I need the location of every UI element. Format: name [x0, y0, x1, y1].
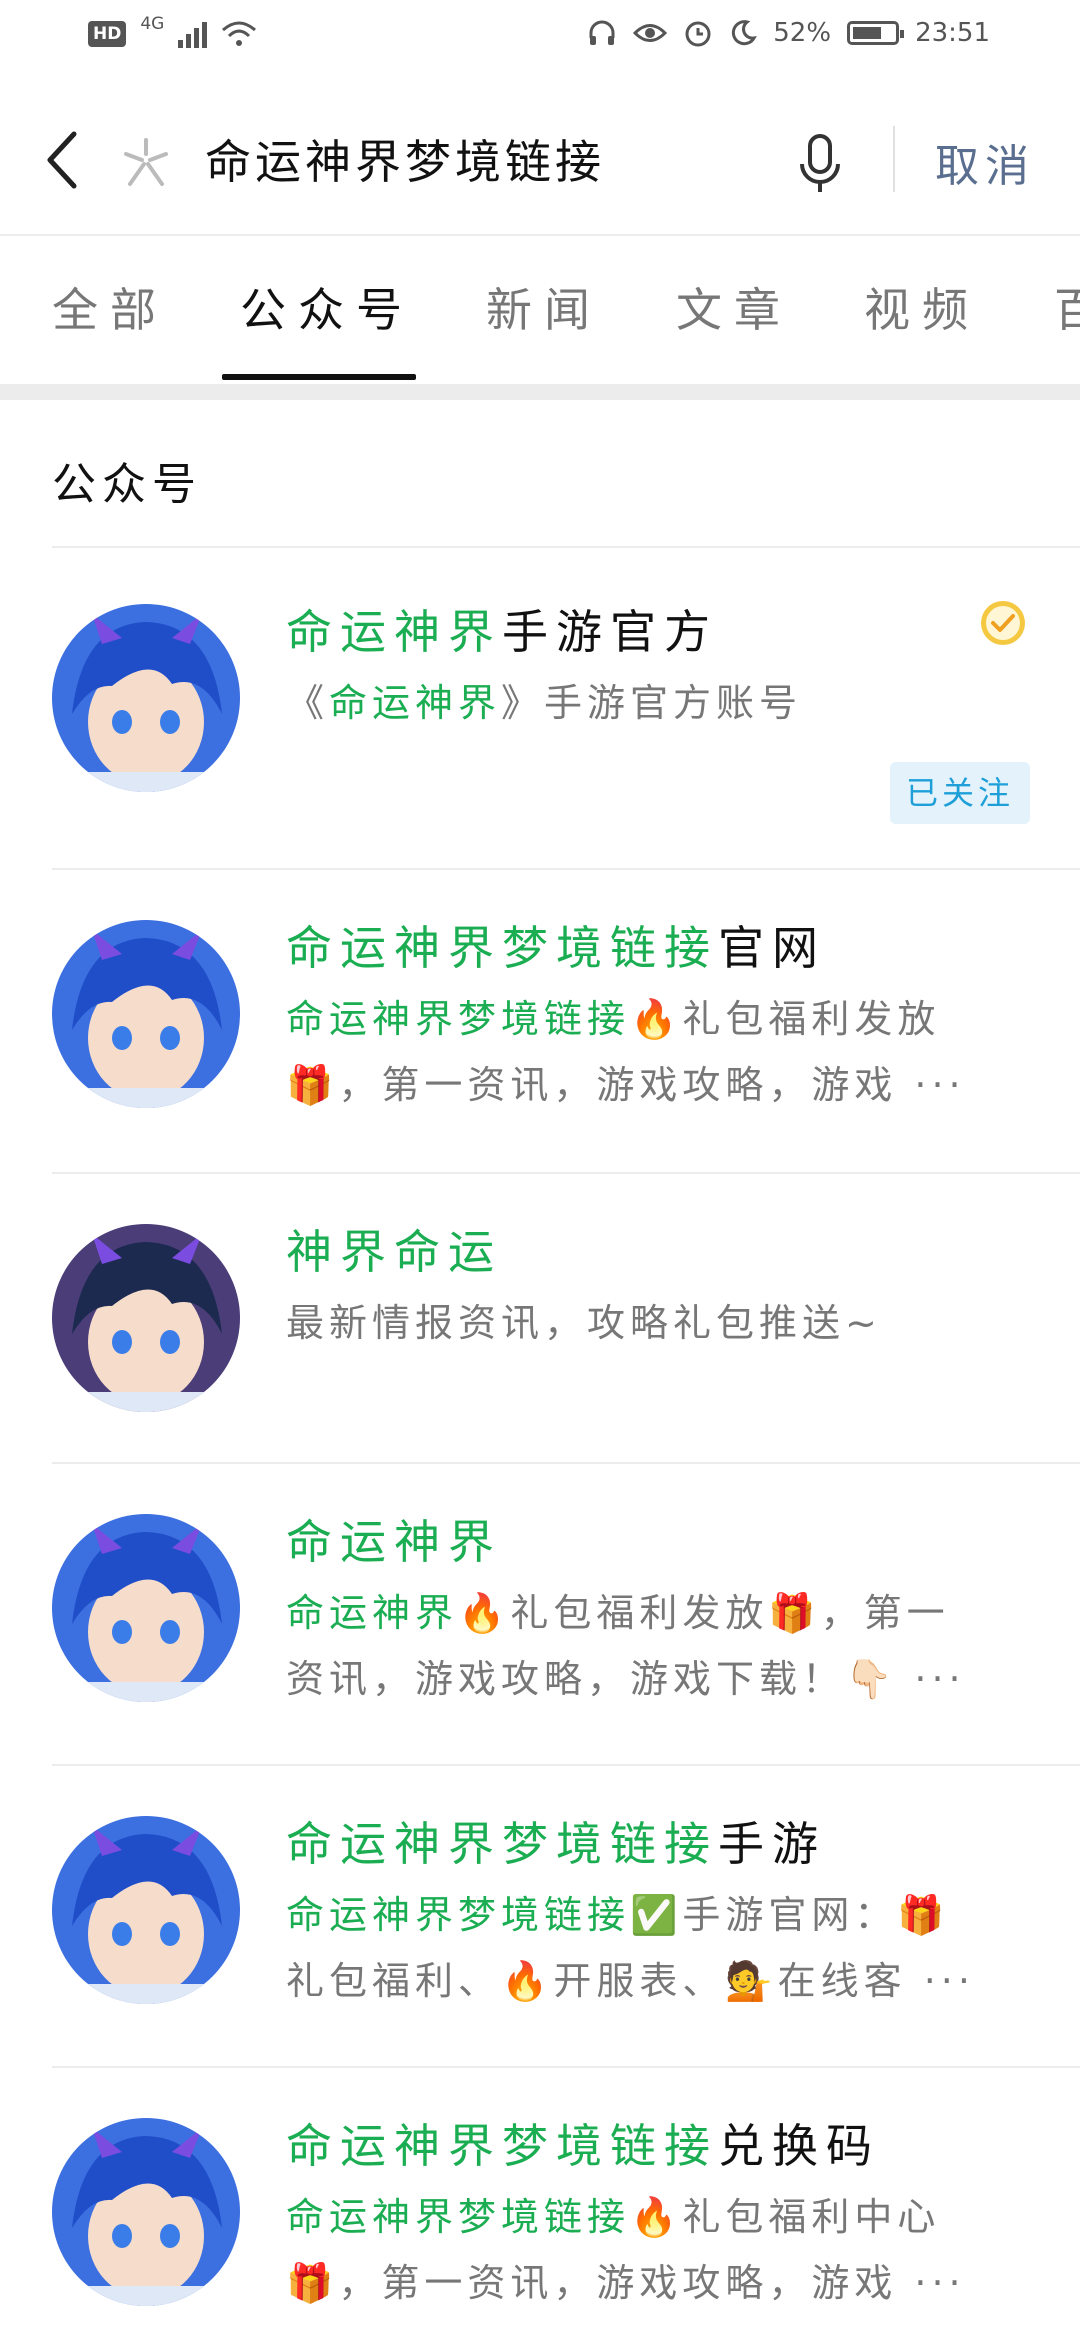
battery-icon: [847, 21, 905, 45]
description-text: 🎁，第一资讯，游戏攻略，游戏 ···: [286, 2261, 966, 2305]
search-divider: [893, 126, 895, 192]
account-avatar[interactable]: [52, 1514, 240, 1702]
description-text: 🔥礼包福利中心: [630, 2195, 941, 2239]
account-description: 命运神界梦境链接✅手游官网：🎁 礼包福利、🔥开服表、💁在线客 ···: [286, 1882, 1026, 2014]
account-name[interactable]: 神界命运: [286, 1216, 502, 1282]
description-line: 《命运神界》手游官方账号: [286, 670, 1026, 736]
account-name-highlight: 命运神界: [286, 605, 502, 659]
tab-news[interactable]: 新闻: [486, 274, 602, 340]
account-name[interactable]: 命运神界梦境链接兑换码: [286, 2110, 880, 2176]
account-name-highlight: 命运神界: [286, 1515, 502, 1569]
headphones-icon: [589, 20, 615, 45]
tab-official-accounts[interactable]: 公众号: [240, 274, 414, 340]
account-name[interactable]: 命运神界: [286, 1506, 502, 1572]
description-text: 礼包福利、🔥开服表、💁在线客 ···: [286, 1959, 975, 2003]
moon-icon: [732, 20, 758, 46]
result-divider: [52, 868, 1080, 870]
description-line: 礼包福利、🔥开服表、💁在线客 ···: [286, 1948, 1026, 2014]
result-divider: [52, 1172, 1080, 1174]
result-divider: [52, 546, 1080, 548]
account-description: 命运神界梦境链接🔥礼包福利中心 🎁，第一资讯，游戏攻略，游戏 ···: [286, 2184, 1026, 2316]
description-highlight: 命运神界梦境链接: [286, 997, 631, 1041]
account-avatar[interactable]: [52, 604, 240, 792]
tab-bar: 全部 公众号 新闻 文章 视频 百: [0, 234, 1080, 384]
alarm-icon: [685, 21, 711, 47]
result-divider: [52, 2066, 1080, 2068]
eye-icon: [633, 24, 668, 42]
tab-articles[interactable]: 文章: [676, 274, 792, 340]
account-name-rest: 兑换码: [718, 2119, 880, 2173]
verified-badge-icon: [981, 601, 1025, 645]
battery-percent: 52%: [773, 18, 832, 48]
hd-indicator: HD: [88, 21, 127, 47]
network-type: 4G: [140, 14, 165, 34]
account-name-rest: 官网: [718, 921, 826, 975]
description-text: ✅手游官网：🎁: [630, 1893, 950, 1937]
description-text: 《: [286, 681, 330, 725]
account-name-highlight: 命运神界梦境链接: [286, 1817, 718, 1871]
tab-more[interactable]: 百: [1054, 274, 1080, 340]
account-name-rest: 手游官方: [502, 605, 718, 659]
section-title: 公众号: [52, 459, 202, 510]
account-description: 命运神界梦境链接🔥礼包福利发放 🎁，第一资讯，游戏攻略，游戏 ···: [286, 986, 1026, 1118]
followed-button[interactable]: 已关注: [890, 762, 1030, 824]
result-divider: [52, 1462, 1080, 1464]
description-line: 命运神界梦境链接🔥礼包福利发放: [286, 986, 1026, 1052]
cancel-button[interactable]: 取消: [935, 130, 1035, 194]
account-name[interactable]: 命运神界梦境链接官网: [286, 912, 826, 978]
account-avatar[interactable]: [52, 1816, 240, 2004]
description-highlight: 命运神界: [286, 1591, 459, 1635]
signal-icon: [178, 20, 208, 48]
tab-videos[interactable]: 视频: [864, 274, 980, 340]
search-input[interactable]: 命运神界梦境链接: [205, 126, 605, 192]
description-line: 🎁，第一资讯，游戏攻略，游戏 ···: [286, 1052, 1026, 1118]
account-name[interactable]: 命运神界梦境链接手游: [286, 1808, 826, 1874]
description-line: 🎁，第一资讯，游戏攻略，游戏 ···: [286, 2250, 1026, 2316]
clock: 23:51: [915, 18, 990, 48]
description-text: 🔥礼包福利发放🎁，第一: [458, 1591, 950, 1635]
description-text: 最新情报资讯，攻略礼包推送~: [286, 1301, 882, 1345]
account-description: 《命运神界》手游官方账号: [286, 670, 1026, 736]
account-name-highlight: 命运神界梦境链接: [286, 2119, 718, 2173]
account-description: 命运神界🔥礼包福利发放🎁，第一资讯，游戏攻略，游戏下载！👇🏻 ···: [286, 1580, 1026, 1712]
description-line: 命运神界梦境链接🔥礼包福利中心: [286, 2184, 1026, 2250]
description-text: 资讯，游戏攻略，游戏下载！👇🏻 ···: [286, 1657, 966, 1701]
microphone-icon[interactable]: [790, 126, 850, 202]
account-avatar[interactable]: [52, 920, 240, 1108]
description-highlight: 命运神界: [329, 681, 502, 725]
description-text: 🎁，第一资讯，游戏攻略，游戏 ···: [286, 1063, 966, 1107]
back-arrow-icon[interactable]: [36, 122, 96, 198]
description-line: 命运神界梦境链接✅手游官网：🎁: [286, 1882, 1026, 1948]
account-name-rest: 手游: [718, 1817, 826, 1871]
description-line: 命运神界🔥礼包福利发放🎁，第一: [286, 1580, 1026, 1646]
result-divider: [52, 1764, 1080, 1766]
active-tab-indicator: [222, 374, 416, 380]
wifi-icon: [222, 21, 257, 46]
section-separator: [0, 384, 1080, 400]
tab-all[interactable]: 全部: [52, 274, 168, 340]
account-name[interactable]: 命运神界手游官方: [286, 596, 718, 662]
search-bar: 命运神界梦境链接 取消: [0, 86, 1080, 236]
account-name-highlight: 神界命运: [286, 1225, 502, 1279]
account-avatar[interactable]: [52, 2118, 240, 2306]
account-name-highlight: 命运神界梦境链接: [286, 921, 718, 975]
description-highlight: 命运神界梦境链接: [286, 2195, 631, 2239]
description-highlight: 命运神界梦境链接: [286, 1893, 631, 1937]
description-text: 🔥礼包福利发放: [630, 997, 941, 1041]
search-logo-icon: [124, 138, 168, 186]
account-description: 最新情报资讯，攻略礼包推送~: [286, 1290, 1026, 1356]
description-line: 最新情报资讯，攻略礼包推送~: [286, 1290, 1026, 1356]
description-text: 》手游官方账号: [501, 681, 803, 725]
description-line: 资讯，游戏攻略，游戏下载！👇🏻 ···: [286, 1646, 1026, 1712]
account-avatar[interactable]: [52, 1224, 240, 1412]
status-bar: HD 4G 52% 23:51: [0, 0, 1080, 86]
